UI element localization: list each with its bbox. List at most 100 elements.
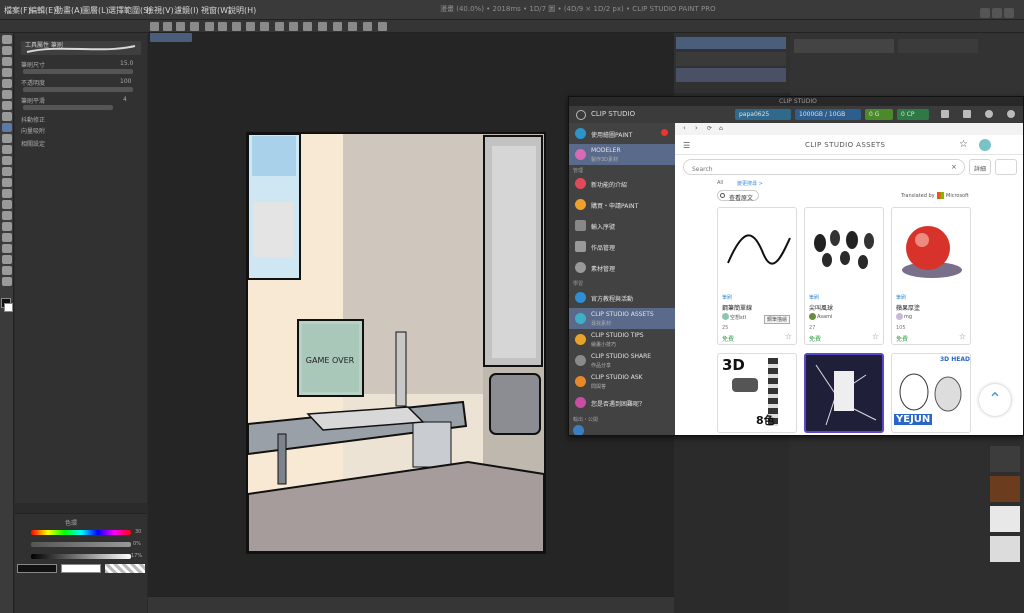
search-input[interactable] [683,159,965,175]
reload-icon[interactable]: ⟳ [707,125,712,132]
sidebar-item-purchase[interactable]: 購買・申請PAINT [569,194,675,215]
favorite-icon[interactable]: ☆ [872,332,879,341]
brush-sub-tool-tab[interactable] [676,37,786,49]
blend-icon[interactable] [2,189,12,198]
avatar[interactable] [979,139,991,151]
layer-thumbnail[interactable] [990,446,1020,472]
airbrush-icon[interactable] [2,156,12,165]
sub-color-chip[interactable] [61,564,101,573]
stabilize-value[interactable]: 4 [123,96,127,103]
main-color-chip[interactable] [17,564,57,573]
clear-icon[interactable] [232,22,241,31]
menu-edit[interactable]: 編輯(E) [29,5,56,16]
minimize-icon[interactable] [980,8,990,18]
lasso-tool-icon[interactable] [2,90,12,99]
save-icon[interactable] [176,22,185,31]
select-tool-icon[interactable] [2,79,12,88]
ruler-icon[interactable] [289,22,298,31]
brush-tool-icon[interactable] [2,145,12,154]
menu-select[interactable]: 選擇範圍(S) [108,5,151,16]
sub-color-swatch[interactable] [4,303,13,312]
assets-title[interactable]: CLIP STUDIO ASSETS [805,141,885,149]
sidebar-item-new-features[interactable]: 新功能的介紹 [569,173,675,194]
asset-author[interactable]: Asami [817,314,832,320]
sidebar-item-help[interactable]: 您是否遇到困難呢？ [569,392,675,413]
asset-card[interactable]: 筆刷 尖叫風球 Asami 27 免費 ☆ [804,207,884,345]
material-folder-item[interactable] [794,39,894,53]
edit-icon[interactable] [318,22,327,31]
operation-tool-icon[interactable] [2,57,12,66]
size-value[interactable]: 15.0 [120,60,133,67]
ruler-tool-icon[interactable] [2,244,12,253]
gradient-icon[interactable] [2,211,12,220]
forward-icon[interactable]: › [695,124,698,132]
hand-tool-icon[interactable] [2,46,12,55]
figure-icon[interactable] [2,222,12,231]
transform-icon[interactable] [246,22,255,31]
copy-icon[interactable] [190,22,199,31]
saturation-slider[interactable] [31,542,131,547]
back-icon[interactable]: ‹ [683,124,686,132]
clear-search-icon[interactable]: × [951,163,957,171]
settings-icon[interactable] [985,110,993,118]
pen-tool-icon[interactable] [2,123,12,132]
eraser-icon[interactable] [2,178,12,187]
help-icon[interactable] [1007,110,1015,118]
sidebar-item-ask[interactable]: CLIP STUDIO ASK 問與答 [569,371,675,392]
sidebar-item-official[interactable]: 官方教程與活動 [569,287,675,308]
fill-bucket-icon[interactable] [2,200,12,209]
layer-thumbnail[interactable] [990,476,1020,502]
grid-icon[interactable] [303,22,312,31]
zoom-tool-icon[interactable] [2,35,12,44]
cloud-storage-pill[interactable]: 1000GB / 10GB [795,109,861,120]
move-tool-icon[interactable] [2,68,12,77]
export-icon[interactable] [378,22,387,31]
layer-icon[interactable] [348,22,357,31]
undo-icon[interactable] [205,22,214,31]
asset-card[interactable]: 3D 8色 [717,353,797,433]
home-icon[interactable]: ⌂ [719,125,723,132]
balloon-icon[interactable] [2,266,12,275]
text-tool-icon[interactable] [2,255,12,264]
gold-pill[interactable]: 0 G [865,109,893,120]
sidebar-item-serial[interactable]: 輸入序號 [569,215,675,236]
opacity-value[interactable]: 100 [120,78,131,85]
favorite-icon[interactable]: ☆ [959,332,966,341]
nav-all[interactable]: All [717,180,723,186]
menu-layer[interactable]: 圖層(L) [82,5,109,16]
layer-thumbnail[interactable] [990,506,1020,532]
window-controls[interactable] [978,3,1018,18]
sidebar-item-materials[interactable]: 素材管理 [569,257,675,278]
opacity-slider[interactable] [23,87,133,92]
decoration-icon[interactable] [2,167,12,176]
sidebar-item-paint[interactable]: 使用繪圖PAINT [569,123,675,144]
brush-sub-tool-item[interactable] [676,52,786,66]
scroll-top-button[interactable]: ⌃ [979,384,1011,416]
layer-thumbnail[interactable] [990,536,1020,562]
menu-file[interactable]: 檔案(F) [4,5,31,16]
sidebar-item-assets[interactable]: CLIP STUDIO ASSETS 尋找素材 [569,308,675,329]
favorite-icon[interactable]: ☆ [785,332,792,341]
split-icon[interactable] [363,22,372,31]
hamburger-menu-icon[interactable]: ☰ [683,141,690,150]
frame-icon[interactable] [2,233,12,242]
pen-icon[interactable] [333,22,342,31]
asset-author[interactable]: 空想stl [730,314,746,321]
maximize-icon[interactable] [992,8,1002,18]
stabilize-slider[interactable] [23,105,113,110]
value-slider[interactable] [31,554,131,559]
asset-card[interactable]: 筆刷 鋼筆簡單線 空想stl 鋼筆描繪 25 免費 ☆ [717,207,797,345]
magic-wand-icon[interactable] [2,101,12,110]
sidebar-item-share[interactable]: CLIP STUDIO SHARE 作品分享 [569,350,675,371]
sync-icon[interactable] [941,110,949,118]
correct-line-icon[interactable] [2,277,12,286]
redo-icon[interactable] [218,22,227,31]
eyedropper-icon[interactable] [2,112,12,121]
search-detail-button[interactable]: 詳細 [969,159,991,175]
artwork-canvas[interactable]: GAME OVER [246,132,546,554]
sidebar-item-modeler[interactable]: MODELER 製作3D素材 [569,144,675,165]
user-name-pill[interactable]: papa0625 [735,109,791,120]
menu-window[interactable]: 視窗(W) [201,5,231,16]
snap-icon[interactable] [275,22,284,31]
brush-sub-tool-item-selected[interactable] [676,68,786,82]
